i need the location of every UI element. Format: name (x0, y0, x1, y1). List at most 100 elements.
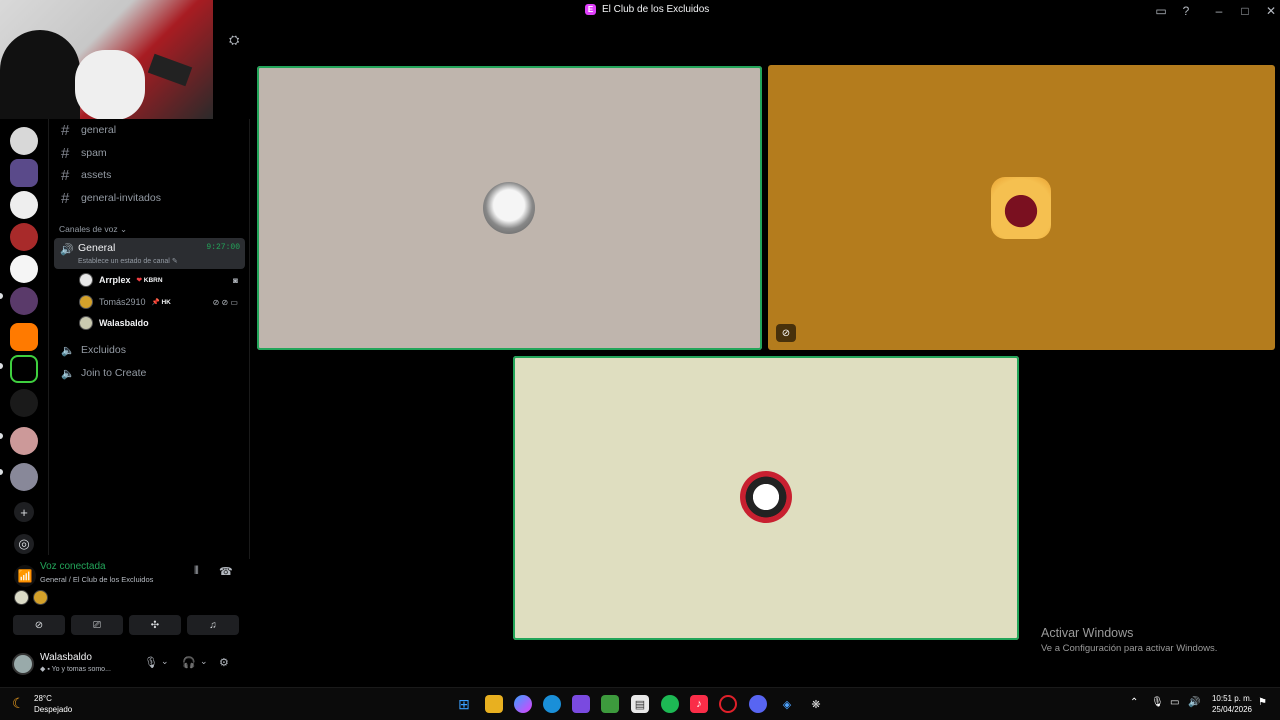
text-channel-general[interactable]: # general (57, 120, 245, 140)
moon-icon[interactable]: ☾ (12, 695, 25, 712)
store-icon[interactable]: ▤ (631, 695, 649, 713)
server-icon[interactable] (10, 223, 38, 251)
server-icon[interactable] (10, 159, 38, 187)
video-tile-tomas[interactable]: ⊘ (768, 65, 1275, 350)
discover-icon[interactable]: ◎ (14, 534, 34, 554)
hash-icon: # (61, 121, 70, 139)
unread-pill (0, 293, 3, 299)
server-icon[interactable] (10, 323, 38, 351)
channel-label: assets (81, 169, 112, 181)
avatar (79, 273, 93, 287)
server-icon[interactable] (10, 463, 38, 491)
text-channel-spam[interactable]: # spam (57, 143, 245, 163)
server-icon[interactable] (10, 287, 38, 315)
close-button[interactable]: ✕ (1263, 3, 1279, 19)
voice-member-walasbaldo[interactable]: Walasbaldo (79, 314, 244, 332)
noise-suppression-icon[interactable]: ⦀ (194, 565, 199, 578)
channel-status-prompt[interactable]: Establece un estado de canal ✎ (78, 257, 178, 265)
edge-icon[interactable] (543, 695, 561, 713)
activities-button[interactable]: ✣ (129, 615, 181, 635)
member-tag: 📌 HK (151, 299, 171, 306)
member-name: Arrplex (99, 275, 131, 285)
channel-label: spam (81, 147, 107, 159)
avatar (14, 590, 29, 605)
clock-date[interactable]: 25/04/2026 (1206, 705, 1252, 714)
stream-icon: ◙ (233, 275, 238, 285)
voice-channel-general[interactable]: 🔊 General 9:27:00 Establece un estado de… (54, 238, 245, 269)
video-tile-walasbaldo[interactable] (513, 356, 1019, 640)
music-icon[interactable]: ♪ (690, 695, 708, 713)
chevron-up-icon[interactable]: ⌃ (1130, 697, 1138, 708)
voice-category-header[interactable]: Canales de voz ⌄ (59, 224, 127, 235)
unread-pill (0, 363, 3, 369)
discord-icon[interactable] (749, 695, 767, 713)
help-icon[interactable]: ? (1178, 3, 1194, 19)
minecraft-icon[interactable] (601, 695, 619, 713)
voice-member-tomas[interactable]: Tomás2910 📌 HK ⊘ ⊘ ▭ (79, 293, 244, 311)
add-member-icon[interactable]: ⛭ (229, 32, 239, 48)
window-title: El Club de los Excluidos (602, 4, 710, 15)
opera-icon[interactable] (719, 695, 737, 713)
activation-watermark: Activar Windows Ve a Configuración para … (1041, 626, 1217, 654)
camera-off-button[interactable]: ⊘ (13, 615, 65, 635)
text-channel-assets[interactable]: # assets (57, 165, 245, 185)
watermark-subtitle: Ve a Configuración para activar Windows. (1041, 643, 1218, 654)
app-icon[interactable]: ❋ (807, 695, 825, 713)
microphone-icon[interactable]: 🎙 (1151, 697, 1164, 708)
volume-icon[interactable]: 🔊 (1188, 697, 1200, 708)
member-tag: ❤ KBRN (136, 277, 163, 284)
voice-channel-label: General (78, 242, 116, 254)
headphones-icon[interactable]: 🎧 (182, 656, 196, 669)
inbox-icon[interactable]: ▭ (1153, 3, 1169, 19)
spotify-icon[interactable] (661, 695, 679, 713)
user-name[interactable]: Walasbaldo (40, 652, 92, 663)
disconnect-icon[interactable]: ☎ (219, 565, 233, 578)
chevron-down-icon[interactable]: ⌄ (161, 656, 169, 667)
weather-condition[interactable]: Despejado (34, 705, 72, 714)
server-icon[interactable] (10, 389, 38, 417)
notification-icon[interactable]: ⚑ (1258, 697, 1267, 708)
server-icon[interactable] (10, 255, 38, 283)
video-tile-arrplex[interactable] (257, 66, 762, 350)
member-name: Tomás2910 (99, 297, 146, 307)
server-icon[interactable] (10, 191, 38, 219)
server-icon[interactable] (10, 127, 38, 155)
add-server-icon[interactable]: + (14, 502, 34, 522)
screen-share-button[interactable]: ⎚ (71, 615, 123, 635)
weather-temp[interactable]: 28°C (34, 694, 52, 703)
soundboard-button[interactable]: ♫ (187, 615, 239, 635)
minimize-button[interactable]: – (1211, 3, 1227, 19)
clock-time[interactable]: 10:51 p. m. (1206, 694, 1252, 703)
start-icon[interactable]: ⊞ (455, 695, 473, 713)
category-label: Canales de voz (59, 224, 118, 234)
user-avatar[interactable] (12, 653, 34, 675)
channel-label: general (81, 124, 117, 136)
taskbar: ☾ 28°C Despejado ⊞ ▤ ♪ ◈ ❋ ⌃ 🎙 ▭ 🔊 10:51… (0, 687, 1280, 720)
visual-studio-icon[interactable] (572, 695, 590, 713)
unread-pill (0, 469, 3, 475)
channel-status-text: Establece un estado de canal (78, 258, 170, 265)
server-icon[interactable] (10, 355, 38, 383)
server-icon[interactable] (10, 427, 38, 455)
file-explorer-icon[interactable] (485, 695, 503, 713)
text-channel-general-invitados[interactable]: # general-invitados (57, 188, 245, 208)
network-icon[interactable]: ▭ (1170, 697, 1179, 708)
title-bar: E El Club de los Excluidos ▭ ? – □ ✕ (213, 0, 1280, 22)
settings-icon[interactable]: ⚙ (219, 656, 229, 669)
voice-connection-panel: 📶 Voz conectada General / El Club de los… (8, 555, 246, 640)
microphone-icon[interactable]: 🎙 (144, 656, 158, 669)
member-name: Walasbaldo (99, 318, 149, 328)
voice-member-arrplex[interactable]: Arrplex ❤ KBRN ◙ (79, 271, 244, 289)
voice-channel-excluidos[interactable]: 🔈 Excluidos (57, 340, 245, 360)
muted-icons: ⊘ ⊘ ▭ (212, 297, 238, 307)
avatar (79, 316, 93, 330)
chevron-down-icon[interactable]: ⌄ (200, 656, 208, 667)
maximize-button[interactable]: □ (1237, 3, 1253, 19)
signal-icon[interactable]: 📶 (14, 565, 36, 587)
copilot-icon[interactable] (514, 695, 532, 713)
user-panel: Walasbaldo ◆ ▪ Yo y tomas somo... 🎙 ⌄ 🎧 … (8, 645, 246, 683)
voice-channel-join-to-create[interactable]: 🔈 Join to Create (57, 363, 245, 383)
voice-connected-subtitle[interactable]: General / El Club de los Excluidos (40, 575, 153, 584)
channel-label: Excluidos (81, 344, 126, 356)
extension-icon[interactable]: ◈ (778, 695, 796, 713)
